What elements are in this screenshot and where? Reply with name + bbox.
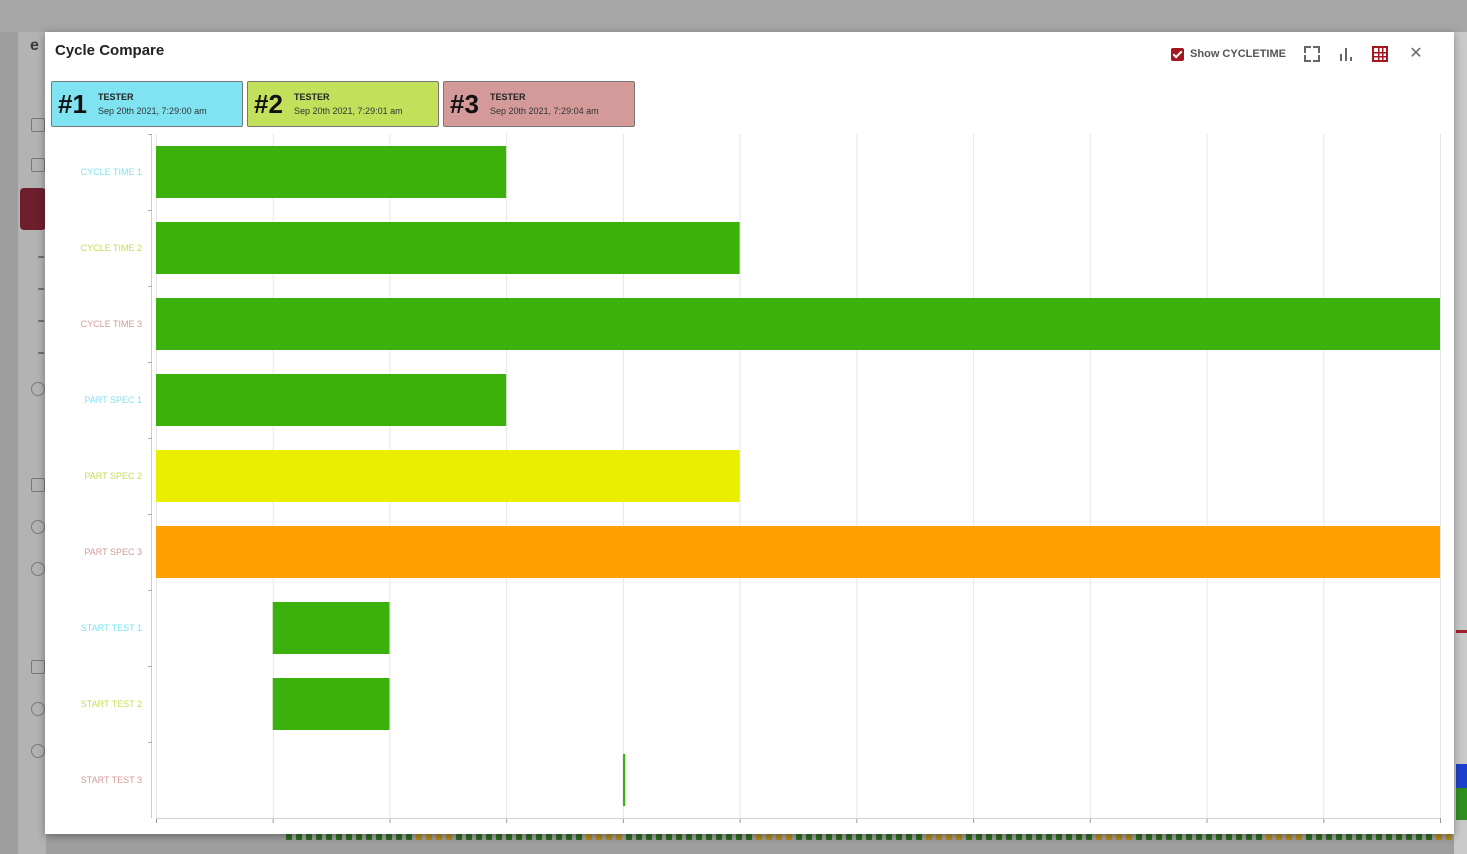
info-icon[interactable] <box>31 520 45 534</box>
cycle-card-3[interactable]: #3 TESTER Sep 20th 2021, 7:29:04 am <box>443 81 635 127</box>
show-cycletime-toggle[interactable]: Show CYCLETIME <box>1171 47 1286 61</box>
sidebar-item-active[interactable] <box>20 188 46 230</box>
cycle-info: TESTER Sep 20th 2021, 7:29:00 am <box>98 92 207 116</box>
cycle-name: TESTER <box>98 92 134 102</box>
cycle-info: TESTER Sep 20th 2021, 7:29:01 am <box>294 92 403 116</box>
cycle-name: TESTER <box>490 92 526 102</box>
y-tick-label: CYCLE TIME 1 <box>81 167 142 177</box>
cycle-name: TESTER <box>294 92 330 102</box>
y-tick-label: START TEST 3 <box>81 775 142 785</box>
show-cycletime-label[interactable]: Show CYCLETIME <box>1190 48 1286 60</box>
sidebar-divider <box>38 320 44 322</box>
clock-icon[interactable] <box>31 382 45 396</box>
home-icon[interactable] <box>31 118 45 132</box>
calendar-icon[interactable] <box>31 660 45 674</box>
cycle-number: #1 <box>58 88 87 119</box>
dialog-title: Cycle Compare <box>55 42 165 59</box>
y-tick-label: CYCLE TIME 3 <box>81 319 142 329</box>
show-cycletime-checkbox[interactable] <box>1171 47 1185 61</box>
edit-icon[interactable] <box>31 478 45 492</box>
table-icon[interactable] <box>1372 46 1388 62</box>
cycle-date: Sep 20th 2021, 7:29:00 am <box>98 106 207 116</box>
bar-start-test-3 <box>622 754 626 806</box>
sidebar-divider <box>38 352 44 354</box>
app-right-marker <box>1456 630 1467 633</box>
share-icon[interactable] <box>31 744 45 758</box>
y-tick-label: PART SPEC 1 <box>84 395 142 405</box>
user-icon[interactable] <box>31 562 45 576</box>
app-timeline-dots <box>286 834 1454 844</box>
bar-part-spec-3 <box>156 526 1440 578</box>
bar-part-spec-2 <box>156 450 740 502</box>
dialog-toolbar: Show CYCLETIME ✕ <box>1171 44 1426 64</box>
chart-svg: CYCLE TIME 1 CYCLE TIME 2 CYCLE TIME 3 PART… <box>81 134 1441 823</box>
app-right-panel <box>1454 32 1467 854</box>
app-right-marker <box>1456 788 1467 820</box>
cycle-card-1[interactable]: #1 TESTER Sep 20th 2021, 7:29:00 am <box>51 81 243 127</box>
app-topbar <box>0 0 1467 32</box>
fullscreen-icon[interactable] <box>1304 46 1320 62</box>
cycle-card-2[interactable]: #2 TESTER Sep 20th 2021, 7:29:01 am <box>247 81 439 127</box>
y-tick-label: PART SPEC 3 <box>84 547 142 557</box>
bar-cycle-time-3 <box>156 298 1440 350</box>
app-right-marker <box>1456 764 1467 788</box>
cycle-compare-chart: CYCLE TIME 1 CYCLE TIME 2 CYCLE TIME 3 PART… <box>45 130 1454 834</box>
sidebar-divider <box>38 288 44 290</box>
sidebar-divider <box>38 256 44 258</box>
cycle-info: TESTER Sep 20th 2021, 7:29:04 am <box>490 92 599 116</box>
feed-icon[interactable] <box>31 158 45 172</box>
bar-cycle-time-1 <box>156 146 507 198</box>
y-tick-label: CYCLE TIME 2 <box>81 243 142 253</box>
close-icon[interactable]: ✕ <box>1406 44 1426 64</box>
bar-start-test-1 <box>272 602 390 654</box>
app-logo: e <box>30 37 39 54</box>
y-tick-label: START TEST 1 <box>81 623 142 633</box>
cycle-number: #3 <box>450 88 479 119</box>
cycle-date: Sep 20th 2021, 7:29:04 am <box>490 106 599 116</box>
y-tick-label: START TEST 2 <box>81 699 142 709</box>
cycle-number: #2 <box>254 88 283 119</box>
settings-icon[interactable] <box>31 702 45 716</box>
bar-start-test-2 <box>272 678 390 730</box>
bar-part-spec-1 <box>156 374 507 426</box>
bar-cycle-time-2 <box>156 222 740 274</box>
app-sidebar <box>18 32 46 854</box>
cycle-date: Sep 20th 2021, 7:29:01 am <box>294 106 403 116</box>
cycle-cards: #1 TESTER Sep 20th 2021, 7:29:00 am #2 TESTE… <box>51 81 635 127</box>
cycle-compare-dialog: Cycle Compare Show CYCLETIME ✕ #1 TESTER S… <box>45 32 1454 834</box>
bar-chart-icon[interactable] <box>1338 46 1354 62</box>
y-tick-label: PART SPEC 2 <box>84 471 142 481</box>
